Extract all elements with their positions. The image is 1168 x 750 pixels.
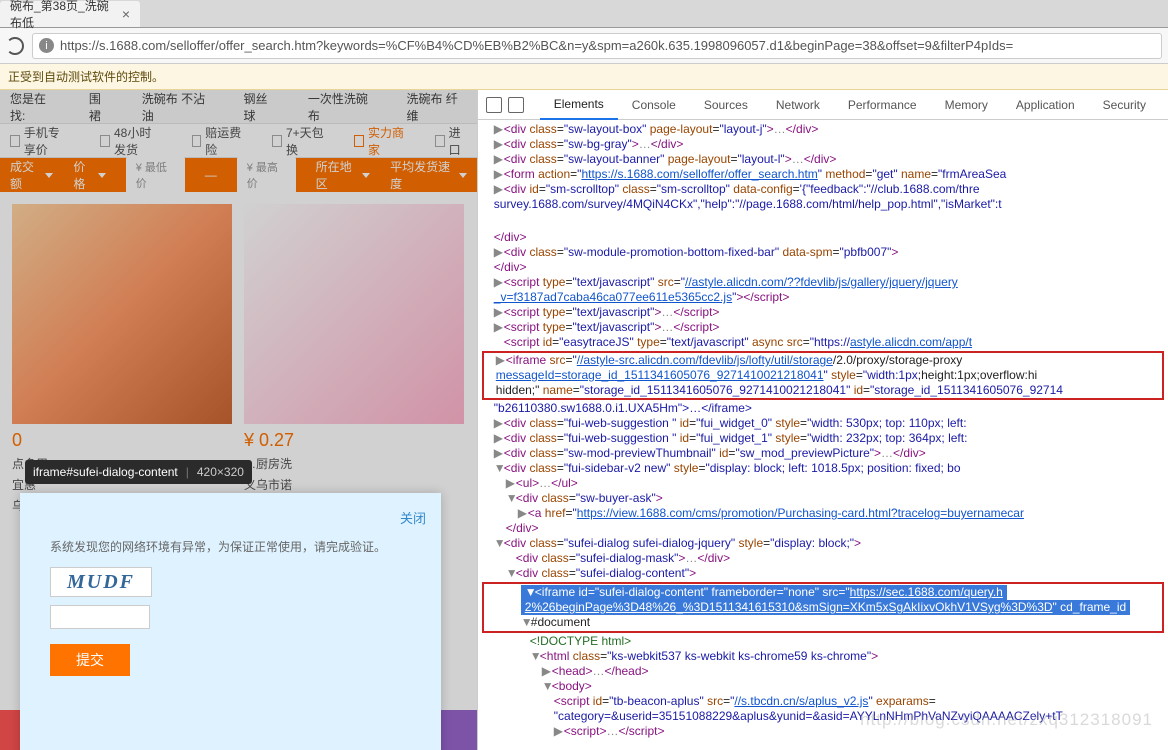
- inspect-element-icon[interactable]: [486, 97, 502, 113]
- tab-sources[interactable]: Sources: [690, 90, 762, 120]
- tab-console[interactable]: Console: [618, 90, 690, 120]
- device-toolbar-icon[interactable]: [508, 97, 524, 113]
- captcha-dialog: 关闭 系统发现您的网络环境有异常，为保证正常使用，请完成验证。 MUDF 提交: [20, 493, 441, 750]
- tab-close-icon[interactable]: ×: [122, 6, 130, 22]
- watermark: http://blog.csdn.net/zxq312318091: [860, 710, 1153, 730]
- dialog-close-link[interactable]: 关闭: [400, 508, 426, 527]
- page-content: 您是在找: 围裙 洗碗布 不沾油 钢丝球 一次性洗碗布 洗碗布 纤维 手机专享价…: [0, 90, 477, 750]
- tab-network[interactable]: Network: [762, 90, 834, 120]
- devtools-panel: Elements Console Sources Network Perform…: [477, 90, 1168, 750]
- devtools-tabs: Elements Console Sources Network Perform…: [540, 90, 1160, 120]
- highlighted-iframe-storage[interactable]: ▶<iframe src="//astyle-src.alicdn.com/fd…: [482, 351, 1164, 400]
- captcha-input[interactable]: [50, 605, 150, 629]
- reload-icon[interactable]: [6, 37, 24, 55]
- tab-security[interactable]: Security: [1089, 90, 1160, 120]
- url-bar[interactable]: i https://s.1688.com/selloffer/offer_sea…: [32, 33, 1162, 59]
- submit-button[interactable]: 提交: [50, 644, 130, 676]
- browser-tab[interactable]: 碗布_第38页_洗碗布低 ×: [0, 1, 140, 27]
- automation-notice: 正受到自动测试软件的控制。: [0, 64, 1168, 90]
- site-info-icon[interactable]: i: [39, 38, 54, 53]
- element-inspector-tooltip: iframe#sufei-dialog-content | 420×320: [25, 460, 252, 484]
- dom-tree[interactable]: ▶<div class="sw-layout-box" page-layout=…: [478, 120, 1168, 750]
- dialog-message: 系统发现您的网络环境有异常，为保证正常使用，请完成验证。: [20, 493, 441, 555]
- selected-iframe-sufei[interactable]: ▼<iframe id="sufei-dialog-content" frame…: [482, 582, 1164, 633]
- tab-performance[interactable]: Performance: [834, 90, 931, 120]
- tab-application[interactable]: Application: [1002, 90, 1089, 120]
- captcha-image: MUDF: [50, 567, 152, 597]
- tab-title: 碗布_第38页_洗碗布低: [10, 0, 114, 31]
- tab-elements[interactable]: Elements: [540, 90, 618, 120]
- url-text: https://s.1688.com/selloffer/offer_searc…: [60, 38, 1013, 53]
- tab-memory[interactable]: Memory: [931, 90, 1002, 120]
